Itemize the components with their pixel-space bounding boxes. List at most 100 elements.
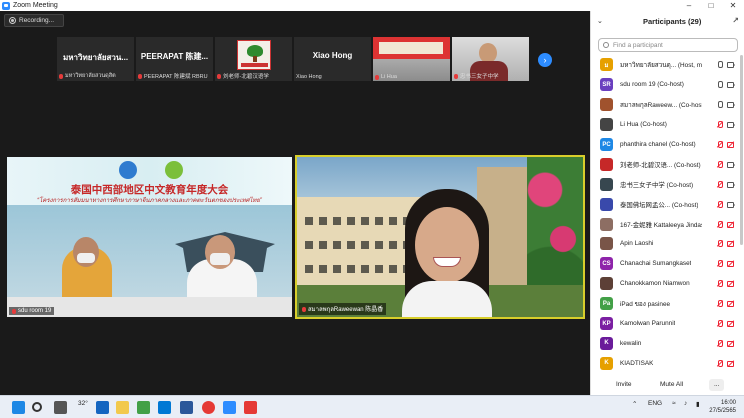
participant-row[interactable]: Apin Laoshi <box>591 234 739 254</box>
more-button[interactable]: ... <box>709 379 725 391</box>
camera-icon[interactable] <box>727 121 735 129</box>
camera-off-icon[interactable] <box>727 300 734 308</box>
mic-muted-icon[interactable] <box>716 121 723 129</box>
minimize-icon[interactable]: – <box>678 0 700 11</box>
participant-name: iPad ของ pasinee <box>620 300 671 308</box>
task-view-icon[interactable] <box>54 401 67 414</box>
strip-tile[interactable]: Li Hua <box>373 37 450 81</box>
line-app-icon[interactable] <box>137 401 150 414</box>
participant-row[interactable]: 167-金妮雅 Kattaleeya Jindasat... <box>591 214 739 234</box>
participant-name: Apin Laoshi <box>620 240 654 248</box>
search-input[interactable]: Find a participant <box>598 38 738 52</box>
close-icon[interactable]: ✕ <box>722 0 744 11</box>
scrollbar[interactable] <box>740 55 743 245</box>
camera-icon[interactable] <box>727 61 735 69</box>
banner-subtitle: “โครงการการสัมมนาทางการศึกษาภาษาจีนภาคกล… <box>37 198 262 204</box>
participant-row[interactable]: K KIADTISAK <box>591 353 739 373</box>
search-icon[interactable] <box>32 402 42 412</box>
school-logo-icon <box>237 40 271 70</box>
participant-row[interactable]: Li Hua (Co-host) <box>591 115 739 135</box>
camera-icon[interactable] <box>727 81 735 89</box>
camera-off-icon[interactable] <box>727 221 734 228</box>
camera-icon[interactable] <box>727 181 735 188</box>
participant-row[interactable]: KP Kamolwan Parunnit <box>591 314 739 334</box>
participant-row[interactable]: สมาลพกุลRaweew... (Co-host) <box>591 95 739 115</box>
participant-row[interactable]: ม มหาวิทยาลัยสวนดุ... (Host, me) <box>591 55 739 75</box>
participant-row[interactable]: 刘老师-北碧汉语... (Co-host) <box>591 154 739 174</box>
camera-off-icon[interactable] <box>727 360 734 367</box>
participant-row[interactable]: Chanokkamon Niamwon <box>591 274 739 294</box>
file-explorer-icon[interactable] <box>116 401 129 414</box>
mute-all-button[interactable]: Mute All <box>655 379 688 391</box>
camera-off-icon[interactable] <box>727 141 734 148</box>
mic-muted-icon[interactable] <box>716 141 723 148</box>
language-indicator[interactable]: ENG <box>648 400 662 407</box>
participant-row[interactable]: CS Chanachai Sumangkaset <box>591 254 739 274</box>
emblem-icon <box>165 161 183 179</box>
mic-muted-icon[interactable] <box>716 240 723 248</box>
mic-muted-icon[interactable] <box>716 359 723 367</box>
mic-icon[interactable] <box>716 61 723 69</box>
recording-indicator[interactable]: Recording... <box>4 14 64 27</box>
video-tile-sdu-room[interactable]: 泰国中西部地区中文教育年度大会 “โครงการการสัมมนาทางการศ… <box>7 157 292 317</box>
clock-time: 16:00 <box>720 400 736 406</box>
mic-muted-icon[interactable] <box>716 280 723 288</box>
mic-icon[interactable] <box>716 81 723 89</box>
zoom-taskbar-icon[interactable] <box>223 401 236 414</box>
avatar <box>600 177 613 191</box>
mic-muted-icon[interactable] <box>716 300 723 308</box>
popout-icon[interactable]: ↗ <box>732 16 739 25</box>
camera-icon[interactable] <box>727 161 735 168</box>
mic-muted-icon[interactable] <box>716 339 723 347</box>
browser-icon[interactable] <box>96 401 109 414</box>
chrome-icon[interactable] <box>202 401 215 414</box>
chevron-down-icon[interactable]: ⌄ <box>597 17 603 25</box>
strip-tile[interactable]: มหาวิทยาลัยสวน... มหาวิทยาลัยสวนดุสิต <box>57 37 134 81</box>
camera-icon[interactable] <box>727 201 735 208</box>
strip-tile[interactable]: 刘老师-北碧汉语学 <box>215 37 292 81</box>
word-icon[interactable] <box>180 401 193 414</box>
camera-off-icon[interactable] <box>727 260 734 268</box>
chevron-up-icon[interactable]: ⌃ <box>632 400 637 408</box>
participant-row[interactable]: Kkewalin <box>591 333 739 353</box>
camera-off-icon[interactable] <box>727 320 734 328</box>
mic-icon[interactable] <box>716 101 723 109</box>
participants-panel: ⌄ Participants (29) ↗ Find a participant… <box>590 11 744 395</box>
clock-date: 27/5/2565 <box>709 408 736 414</box>
camera-off-icon[interactable] <box>727 240 734 248</box>
clock[interactable]: 16:00 27/5/2565 <box>709 399 736 415</box>
wifi-icon[interactable]: ≈ <box>672 400 676 407</box>
strip-tile[interactable]: Xiao Hong Xiao Hong <box>294 37 371 81</box>
mic-muted-icon[interactable] <box>716 260 723 268</box>
start-icon[interactable] <box>12 401 25 414</box>
battery-icon[interactable]: ▮ <box>696 400 700 408</box>
avatar: Pa <box>600 297 613 311</box>
mic-muted-icon[interactable] <box>716 220 723 228</box>
camera-icon[interactable] <box>727 101 735 109</box>
maximize-icon[interactable]: □ <box>700 0 722 11</box>
participant-row[interactable]: Pa iPad ของ pasinee <box>591 294 739 314</box>
mic-muted-icon[interactable] <box>716 200 723 208</box>
invite-button[interactable]: Invite <box>611 379 637 391</box>
mic-muted-icon[interactable] <box>716 320 723 328</box>
pdf-icon[interactable] <box>244 401 257 414</box>
strip-tile[interactable]: PEERAPAT 陈建... PEERAPAT 陈建斌 RBRU <box>136 37 213 81</box>
weather-text[interactable]: 32° <box>78 400 88 407</box>
camera-off-icon[interactable] <box>727 280 734 288</box>
volume-icon[interactable]: ♪ <box>684 400 687 407</box>
strip-tile[interactable]: 忠书三女子中学 <box>452 37 529 81</box>
video-label: sdu room 19 <box>18 308 52 314</box>
next-page-button[interactable]: › <box>538 53 552 67</box>
avatar <box>600 157 613 171</box>
participant-row[interactable]: 泰国佛坛网孟公... (Co-host) <box>591 194 739 214</box>
mic-muted-icon[interactable] <box>716 160 723 168</box>
camera-off-icon[interactable] <box>727 340 734 347</box>
mic-muted-icon[interactable] <box>716 180 723 188</box>
mic-muted-icon <box>59 73 63 79</box>
title-bar: Zoom Meeting – □ ✕ <box>0 0 744 11</box>
participant-row[interactable]: 忠书三女子中学 (Co-host) <box>591 174 739 194</box>
participant-row[interactable]: PC phanthira chanel (Co-host) <box>591 135 739 155</box>
video-tile-active-speaker[interactable]: สมาลพกุลRaweewan 陈晶香 <box>295 155 585 319</box>
participant-row[interactable]: SR sdu room 19 (Co-host) <box>591 75 739 95</box>
store-icon[interactable] <box>158 401 171 414</box>
